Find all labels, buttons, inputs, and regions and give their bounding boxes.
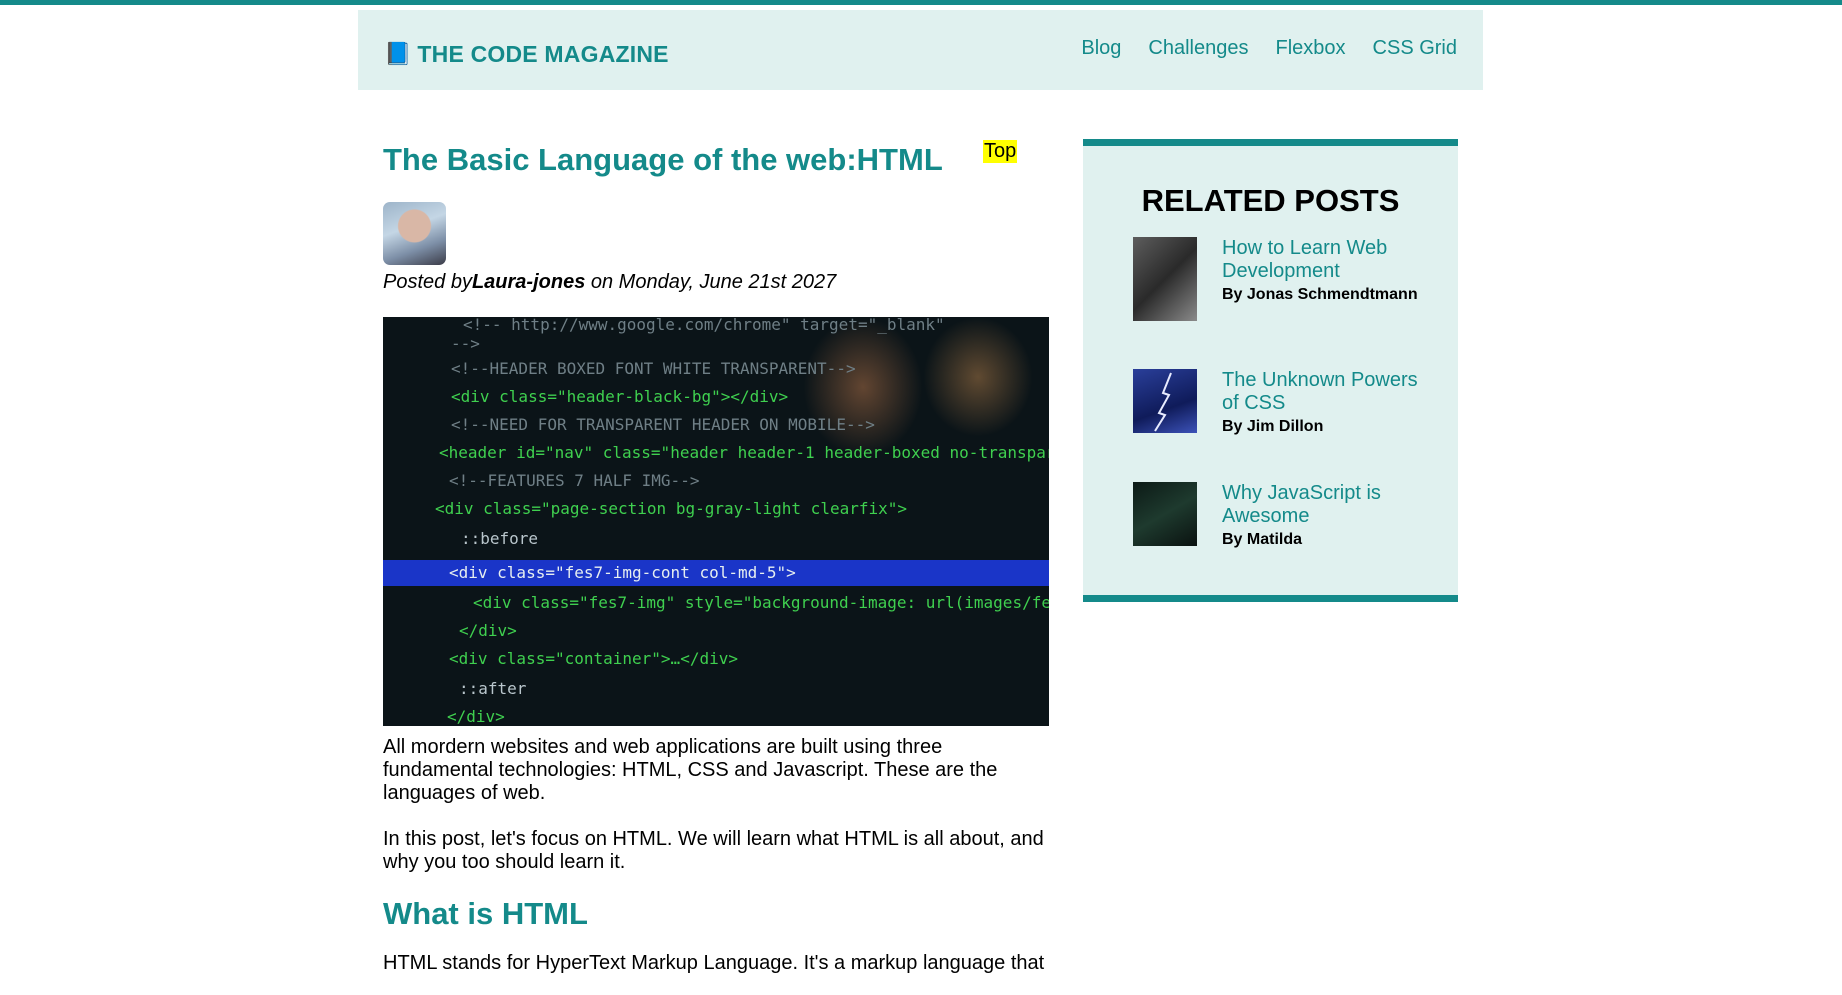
lightning-icon	[1154, 372, 1172, 432]
site-header: 📘 THE CODE MAGAZINE Blog Challenges Flex…	[358, 10, 1483, 90]
hero-code-line: -->	[451, 334, 480, 353]
post-thumbnail[interactable]	[1133, 237, 1197, 321]
title-row: The Basic Language of the web:HTML Top	[383, 136, 1049, 178]
post-title-link[interactable]: Why JavaScript is Awesome	[1222, 482, 1433, 528]
author-name: Laura-jones	[471, 271, 586, 293]
post-thumbnail[interactable]	[1133, 482, 1197, 546]
hero-code-line: <!--HEADER BOXED FONT WHITE TRANSPARENT-…	[451, 359, 856, 378]
brand-name: THE CODE MAGAZINE	[417, 40, 669, 67]
author-avatar	[383, 202, 446, 265]
post-thumbnail[interactable]	[1133, 369, 1197, 433]
hero-code-line: ::after	[459, 679, 527, 698]
post-author: By Jonas Schmendtmann	[1222, 286, 1418, 303]
post-info: Why JavaScript is Awesome By Matilda	[1222, 482, 1433, 549]
hero-code-line: ::before	[461, 529, 539, 548]
nav-link-css-grid[interactable]: CSS Grid	[1373, 37, 1457, 60]
paragraph: All mordern websites and web application…	[383, 736, 998, 804]
brand[interactable]: 📘 THE CODE MAGAZINE	[384, 41, 669, 68]
hero-bokeh	[923, 317, 1033, 437]
hero-code-line: <div class="fes7-img-cont col-md-5">	[449, 563, 796, 582]
related-post: The Unknown Powers of CSS By Jim Dillon	[1133, 369, 1433, 436]
post-title-link[interactable]: The Unknown Powers of CSS	[1222, 369, 1433, 415]
post-info: The Unknown Powers of CSS By Jim Dillon	[1222, 369, 1433, 436]
nav-link-flexbox[interactable]: Flexbox	[1276, 37, 1346, 60]
main-nav: Blog Challenges Flexbox CSS Grid	[1081, 37, 1457, 60]
hero-code-line: <div class="container">…</div>	[449, 649, 738, 668]
byline-prefix: Posted by	[383, 271, 472, 293]
nav-link-challenges[interactable]: Challenges	[1148, 37, 1248, 60]
hero-code-line: <div class="header-black-bg"></div>	[451, 387, 789, 406]
related-posts-sidebar: RELATED POSTS How to Learn Web Developme…	[1083, 139, 1458, 602]
paragraph: In this post, let's focus on HTML. We wi…	[383, 828, 1044, 873]
hero-code-line: <div class="fes7-img" style="background-…	[473, 593, 1049, 612]
hero-code-line: </div>	[459, 621, 517, 640]
hero-code-line: <header id="nav" class="header header-1 …	[439, 443, 1049, 462]
hero-code-line: </div>	[447, 707, 505, 726]
post-title-link[interactable]: How to Learn Web Development	[1222, 237, 1433, 283]
hero-code-line: <!--NEED FOR TRANSPARENT HEADER ON MOBIL…	[451, 415, 875, 434]
nav-link-blog[interactable]: Blog	[1081, 37, 1121, 60]
post-author: By Jim Dillon	[1222, 418, 1324, 435]
related-post: Why JavaScript is Awesome By Matilda	[1133, 482, 1433, 549]
article: The Basic Language of the web:HTML Top P…	[383, 136, 1049, 995]
sidebar-title: RELATED POSTS	[1141, 183, 1400, 218]
post-author: By Matilda	[1222, 531, 1303, 548]
byline: Posted byLaura-jones on Monday, June 21s…	[383, 271, 1049, 294]
top-link[interactable]: Top	[983, 140, 1018, 163]
article-title: The Basic Language of the web:HTML	[383, 142, 943, 177]
page-container: 📘 THE CODE MAGAZINE Blog Challenges Flex…	[358, 10, 1483, 974]
byline-date: on Monday, June 21st 2027	[585, 271, 837, 293]
related-post: How to Learn Web Development By Jonas Sc…	[1133, 237, 1433, 321]
hero-code-line: <!-- http://www.google.com/chrome" targe…	[463, 317, 945, 334]
post-info: How to Learn Web Development By Jonas Sc…	[1222, 237, 1433, 321]
hero-bokeh	[803, 317, 923, 457]
section-heading: What is HTML	[383, 896, 588, 931]
hero-code-line: <div class="page-section bg-gray-light c…	[435, 499, 908, 518]
paragraph: HTML stands for HyperText Markup Languag…	[383, 952, 1045, 974]
hero-image: <!-- http://www.google.com/chrome" targe…	[383, 317, 1049, 726]
hero-code-line: <!--FEATURES 7 HALF IMG-->	[449, 471, 700, 490]
book-icon: 📘	[384, 41, 412, 66]
